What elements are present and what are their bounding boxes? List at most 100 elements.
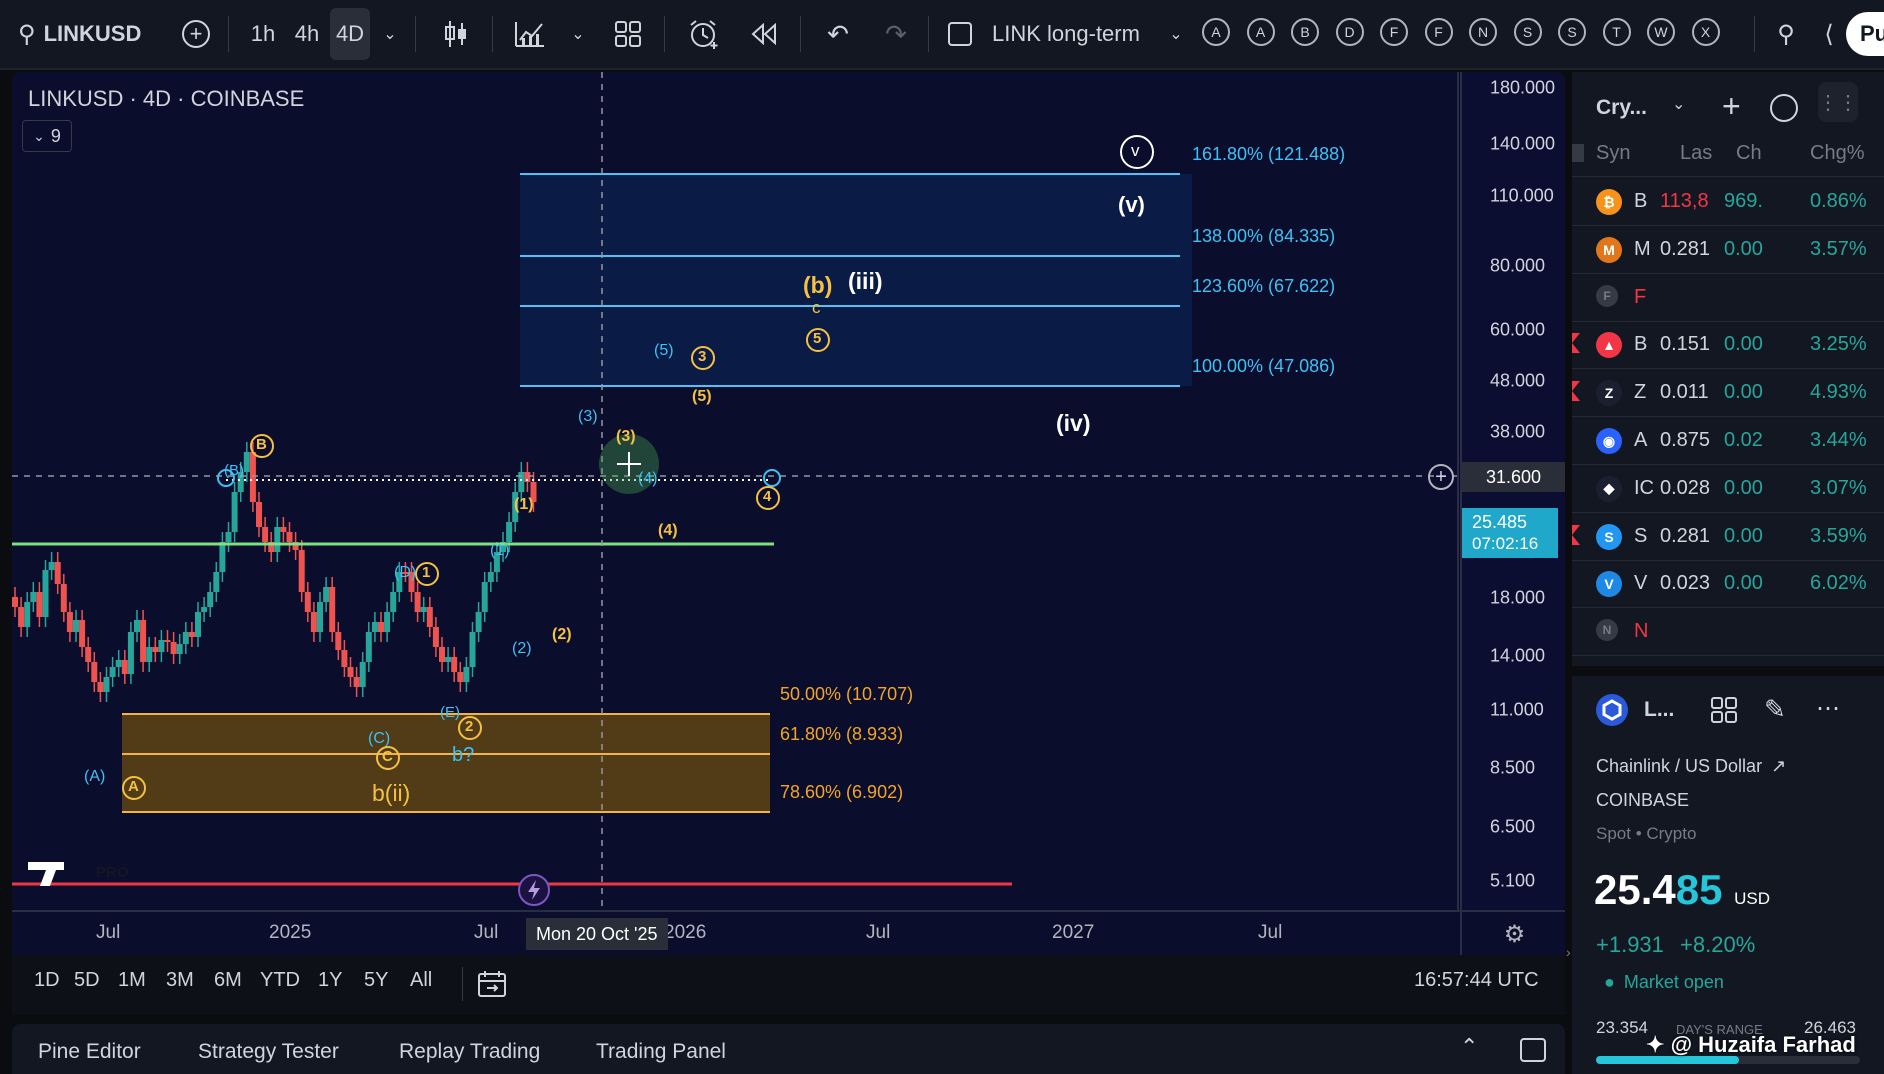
col-change-pct[interactable]: Chg%: [1810, 142, 1864, 165]
chart-panel[interactable]: LINKUSD · 4D · COINBASE ⌄ 9 161.80% (121…: [12, 72, 1565, 912]
alert-letter-t[interactable]: T: [1602, 18, 1631, 46]
flag-icon[interactable]: [1572, 524, 1580, 545]
range-3m[interactable]: 3M: [166, 969, 194, 992]
alert-letter-w[interactable]: W: [1647, 18, 1675, 46]
indicators-count: 9: [50, 125, 61, 146]
chart-type-button[interactable]: [436, 0, 476, 68]
watchlist-chart-button[interactable]: [1770, 94, 1798, 122]
interval-1h[interactable]: 1h: [242, 0, 284, 68]
interval-4h[interactable]: 4h: [286, 0, 328, 68]
alert-letter-f[interactable]: F: [1380, 18, 1408, 46]
watchlist-row[interactable]: M M 0.281 0.00 3.57%: [1572, 226, 1884, 274]
alert-letter-s[interactable]: S: [1513, 18, 1542, 46]
watchlist-row[interactable]: ◉ A 0.875 0.02 3.44%: [1572, 417, 1884, 465]
edit-button[interactable]: ✎: [1764, 694, 1786, 725]
undo-button[interactable]: ↶: [818, 0, 858, 68]
more-button[interactable]: ⋯: [1816, 694, 1840, 723]
col-change[interactable]: Ch: [1736, 142, 1762, 165]
indicators-toggle[interactable]: ⌄ 9: [22, 120, 72, 152]
watchlist-title[interactable]: Cry...: [1596, 96, 1647, 120]
time-axis[interactable]: Jul 2025 Jul 2026 Jul 2027 Jul Mon 20 Oc…: [12, 910, 1565, 956]
maximize-panel-button[interactable]: [1520, 1038, 1546, 1062]
redo-button[interactable]: ↷: [876, 0, 916, 68]
candle-body: [335, 632, 342, 650]
watchlist-dropdown[interactable]: ⌄: [1672, 94, 1685, 114]
indicators-dropdown[interactable]: ⌄: [566, 0, 590, 68]
goto-date-button[interactable]: [474, 967, 510, 1001]
interval-dropdown[interactable]: ⌄: [378, 0, 402, 68]
alert-letter-f[interactable]: F: [1424, 18, 1453, 46]
symbol-search[interactable]: ⚲ LINKUSD: [18, 0, 168, 68]
candle-body: [146, 647, 153, 662]
wave-label-4-circle: 4: [763, 488, 772, 505]
watchlist-row[interactable]: ◆ IC 0.028 0.00 3.07%: [1572, 465, 1884, 513]
time-tick: 2027: [1052, 922, 1095, 943]
tab-strategy-tester[interactable]: Strategy Tester: [198, 1040, 339, 1064]
tab-pine-editor[interactable]: Pine Editor: [38, 1040, 141, 1064]
layouts-button[interactable]: [608, 0, 648, 68]
alert-letter-n[interactable]: N: [1469, 18, 1497, 46]
range-5d[interactable]: 5D: [74, 969, 100, 992]
alert-button[interactable]: [682, 0, 726, 68]
price-axis[interactable]: 180.000 140.000 110.000 80.000 60.000 48…: [1460, 72, 1565, 912]
chart-settings-button[interactable]: ⚙: [1460, 912, 1567, 956]
replay-button[interactable]: [744, 0, 784, 68]
layout-dropdown[interactable]: ⌄: [1164, 0, 1188, 68]
quick-search-button[interactable]: ⚲: [1766, 0, 1806, 68]
alert-letter-a[interactable]: A: [1202, 18, 1230, 46]
candle-body: [347, 667, 354, 677]
watchlist-row[interactable]: V V 0.023 0.00 6.02%: [1572, 560, 1884, 609]
layout-select[interactable]: [942, 0, 978, 68]
watchlist-row[interactable]: Z Z 0.011 0.00 4.93%: [1572, 369, 1884, 418]
change-pct-cell: 3.44%: [1810, 429, 1867, 451]
interval-4d[interactable]: 4D: [330, 8, 370, 60]
grid-view-button[interactable]: [1710, 696, 1738, 729]
alert-letter-d[interactable]: D: [1335, 18, 1364, 46]
tab-trading-panel[interactable]: Trading Panel: [596, 1040, 726, 1064]
range-6m[interactable]: 6M: [214, 969, 242, 992]
watchlist-row[interactable]: ₿ B 113,8 969. 0.86%: [1572, 178, 1884, 226]
add-alert-price-button[interactable]: +: [1428, 464, 1454, 490]
range-all[interactable]: All: [410, 969, 432, 992]
collapse-button[interactable]: ⟨: [1820, 0, 1838, 68]
candle-body: [121, 660, 128, 674]
wave-label-5-circle: 5: [813, 330, 822, 347]
watchlist-section[interactable]: FF: [1572, 274, 1884, 322]
candle-body: [469, 632, 476, 667]
drag-handle[interactable]: ⋮⋮: [1818, 82, 1858, 122]
candle-body: [445, 657, 452, 662]
candle-body: [109, 667, 116, 677]
flag-icon[interactable]: [1572, 333, 1580, 354]
price-chart[interactable]: [12, 72, 1460, 912]
range-ytd[interactable]: YTD: [260, 969, 300, 992]
tab-replay-trading[interactable]: Replay Trading: [399, 1040, 540, 1064]
watchlist-row[interactable]: S S 0.281 0.00 3.59%: [1572, 513, 1884, 561]
col-symbol[interactable]: Syn: [1596, 142, 1630, 165]
alert-letter-x[interactable]: X: [1691, 18, 1720, 46]
collapse-panel-button[interactable]: ⌃: [1460, 1034, 1478, 1060]
exchange-name[interactable]: COINBASE: [1596, 790, 1689, 811]
candle-body: [317, 602, 323, 632]
symbol-fullname[interactable]: Chainlink / US Dollar ↗: [1596, 756, 1786, 777]
symbol-short[interactable]: L...: [1644, 698, 1674, 722]
publish-button[interactable]: Pu: [1846, 12, 1884, 56]
indicators-button[interactable]: [510, 0, 550, 68]
range-1d[interactable]: 1D: [34, 969, 60, 992]
flag-icon[interactable]: [1572, 381, 1580, 402]
alert-letter-b[interactable]: B: [1291, 18, 1319, 46]
alert-letter-a[interactable]: A: [1246, 18, 1275, 46]
watchlist-section[interactable]: NN: [1572, 608, 1884, 657]
range-5y[interactable]: 5Y: [364, 969, 388, 992]
utc-clock[interactable]: 16:57:44 UTC: [1414, 969, 1539, 992]
range-1y[interactable]: 1Y: [318, 969, 342, 992]
compare-button[interactable]: +: [176, 0, 216, 68]
alert-letter-s[interactable]: S: [1558, 18, 1586, 46]
col-last[interactable]: Las: [1680, 142, 1712, 165]
indicators-icon: [515, 22, 544, 47]
watchlist-row[interactable]: ▲ B 0.151 0.00 3.25%: [1572, 321, 1884, 370]
add-symbol-button[interactable]: +: [1722, 88, 1741, 125]
wave-label-b: (b): [803, 272, 833, 298]
range-1m[interactable]: 1M: [118, 969, 146, 992]
fib-label-138: 138.00% (84.335): [1192, 226, 1336, 246]
layout-name[interactable]: LINK long-term: [992, 0, 1152, 68]
